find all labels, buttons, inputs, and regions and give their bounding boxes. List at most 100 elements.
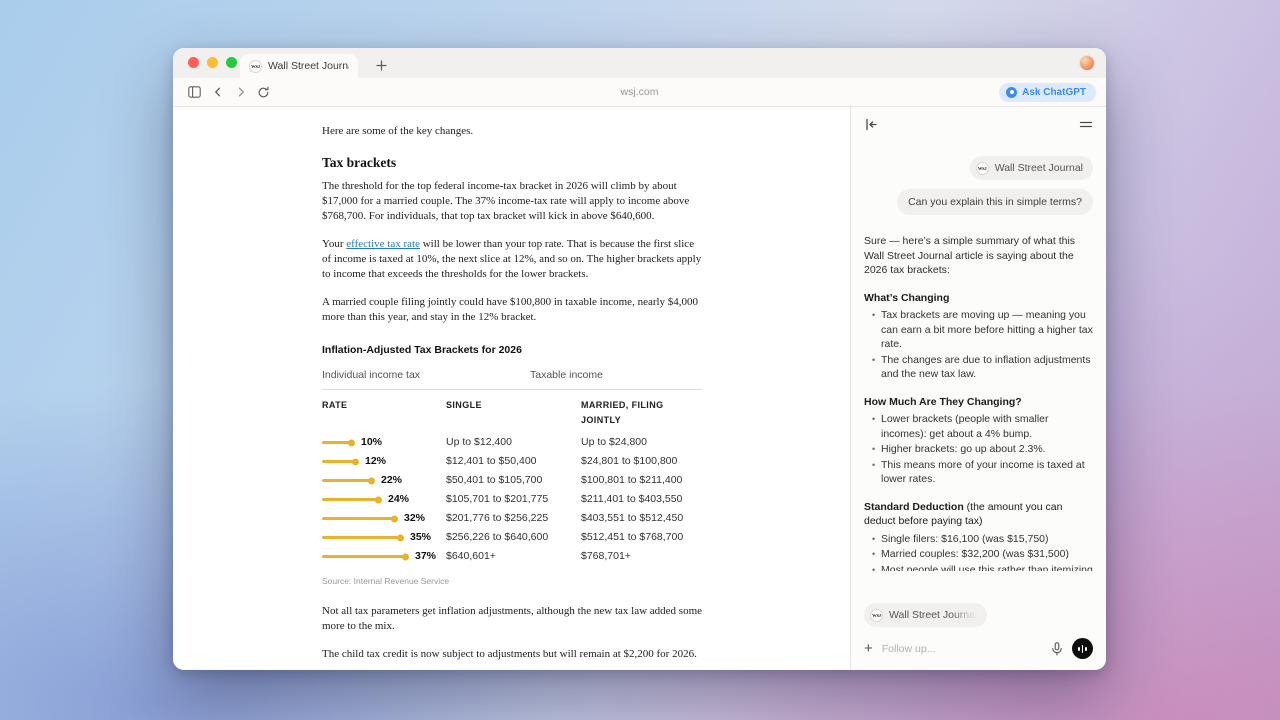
chart-source: Source: Internal Revenue Service: [322, 574, 702, 589]
chatgpt-icon: [1006, 87, 1017, 98]
attach-button[interactable]: +: [864, 641, 873, 656]
source-chip-row: WSJ Wall Street Journal: [864, 156, 1093, 180]
forward-button[interactable]: [229, 81, 252, 103]
sidebar-toggle-button[interactable]: [183, 81, 206, 103]
collapse-sidebar-button[interactable]: [864, 118, 878, 131]
rate-bar: [322, 441, 352, 444]
group-header-individual: Individual income tax: [322, 368, 530, 383]
chat-bullet: Married couples: $32,200 (was $31,500): [872, 547, 1093, 562]
rate-label: 35%: [410, 530, 431, 545]
married-range: $100,801 to $211,400: [581, 473, 702, 488]
reload-icon: [257, 86, 270, 99]
article-column: Here are some of the key changes. Tax br…: [322, 124, 702, 669]
column-header-married: MARRIED, FILING JOINTLY: [581, 398, 702, 428]
chat-bullet: This means more of your income is taxed …: [872, 458, 1093, 487]
married-range: Up to $24,800: [581, 435, 702, 450]
profile-avatar[interactable]: [1080, 56, 1094, 70]
user-message-bubble: Can you explain this in simple terms?: [897, 189, 1093, 215]
chat-section: How Much Are They Changing? Lower bracket…: [864, 395, 1093, 487]
chat-section-heading: How Much Are They Changing?: [864, 395, 1093, 410]
rate-bar: [322, 555, 406, 558]
reload-button[interactable]: [252, 81, 275, 103]
wsj-favicon-icon: WSJ: [870, 609, 883, 622]
table-row: 10%Up to $12,400Up to $24,800: [322, 433, 702, 452]
chat-sections: What’s ChangingTax brackets are moving u…: [864, 291, 1093, 572]
context-chip[interactable]: WSJ Wall Street Journal: [864, 603, 987, 627]
close-window-button[interactable]: [188, 57, 199, 68]
minimize-window-button[interactable]: [207, 57, 218, 68]
window-controls: [188, 57, 237, 68]
sidebar-icon: [188, 86, 201, 98]
rate-bar: [322, 479, 372, 482]
menu-icon: [1079, 119, 1093, 130]
table-row: 32% $201,776 to $256,225$403,551 to $512,…: [322, 509, 702, 528]
tab-title: Wall Street Journal: [268, 60, 349, 72]
browser-window: WSJ Wall Street Journal wsj.com Ask Chat…: [173, 48, 1106, 670]
chat-bottom-bar: WSJ Wall Street Journal +: [851, 577, 1106, 669]
chat-bullet-list: Tax brackets are moving up — meaning you…: [864, 308, 1093, 382]
paragraph-text: Your: [322, 238, 346, 250]
group-header-taxable: Taxable income: [530, 368, 603, 383]
married-range: $403,551 to $512,450: [581, 511, 702, 526]
married-range: $211,401 to $403,550: [581, 492, 702, 507]
article-heading-tax-brackets: Tax brackets: [322, 155, 702, 170]
chat-bullet-list: Single filers: $16,100 (was $15,750)Marr…: [864, 532, 1093, 572]
chat-bullet: Most people will use this rather than it…: [872, 563, 1093, 572]
plus-icon: [376, 60, 387, 71]
article-paragraph: Here are some of the key changes.: [322, 124, 702, 139]
chat-bullet: Higher brackets: go up about 2.3%.: [872, 442, 1093, 457]
chat-bullet: Single filers: $16,100 (was $15,750): [872, 532, 1093, 547]
chat-menu-button[interactable]: [1079, 119, 1093, 130]
article-paragraph: The child tax credit is now subject to a…: [322, 647, 702, 662]
microphone-icon: [1051, 642, 1063, 656]
tax-table-body: 10%Up to $12,400Up to $24,80012%$12,401 …: [322, 433, 702, 566]
chevron-right-icon: [235, 86, 247, 98]
table-row: 37% $640,601+$768,701+: [322, 547, 702, 566]
source-chip-label: Wall Street Journal: [995, 162, 1083, 174]
chat-bullet: Tax brackets are moving up — meaning you…: [872, 308, 1093, 352]
single-range: $105,701 to $201,775: [446, 492, 581, 507]
window-content: Here are some of the key changes. Tax br…: [173, 107, 1106, 669]
single-range: $640,601+: [446, 549, 581, 564]
chat-header: [851, 107, 1106, 131]
voice-mode-button[interactable]: [1072, 638, 1093, 659]
rate-label: 10%: [361, 435, 382, 450]
chevron-left-icon: [212, 86, 224, 98]
married-range: $768,701+: [581, 549, 702, 564]
tab-wall-street-journal[interactable]: WSJ Wall Street Journal: [240, 54, 358, 78]
follow-up-input[interactable]: [882, 643, 1042, 655]
rate-bar: [322, 460, 356, 463]
wsj-favicon-icon: WSJ: [976, 162, 989, 175]
effective-tax-rate-link[interactable]: effective tax rate: [346, 238, 420, 250]
chat-messages[interactable]: WSJ Wall Street Journal Can you explain …: [851, 131, 1106, 571]
article-pane: Here are some of the key changes. Tax br…: [173, 107, 850, 669]
rate-label: 22%: [381, 473, 402, 488]
rate-label: 37%: [415, 549, 436, 564]
source-chip[interactable]: WSJ Wall Street Journal: [970, 156, 1093, 180]
zoom-window-button[interactable]: [226, 57, 237, 68]
chat-section-heading: Standard Deduction (the amount you can d…: [864, 500, 1093, 529]
chatgpt-sidebar: WSJ Wall Street Journal Can you explain …: [850, 107, 1106, 669]
rate-bar: [322, 517, 395, 520]
single-range: $256,226 to $640,600: [446, 530, 581, 545]
collapse-left-icon: [864, 118, 878, 131]
chart-column-headers: RATE SINGLE MARRIED, FILING JOINTLY: [322, 398, 702, 428]
chat-input-row: +: [864, 638, 1093, 659]
single-range: $201,776 to $256,225: [446, 511, 581, 526]
single-range: $50,401 to $105,700: [446, 473, 581, 488]
back-button[interactable]: [206, 81, 229, 103]
article-paragraph: A married couple filing jointly could ha…: [322, 295, 702, 325]
table-row: 24% $105,701 to $201,775$211,401 to $403,…: [322, 490, 702, 509]
ask-chatgpt-button[interactable]: Ask ChatGPT: [999, 83, 1096, 102]
rate-label: 24%: [388, 492, 409, 507]
rate-bar: [322, 536, 401, 539]
chat-bullet-list: Lower brackets (people with smaller inco…: [864, 412, 1093, 487]
chat-section: What’s ChangingTax brackets are moving u…: [864, 291, 1093, 382]
rate-label: 32%: [404, 511, 425, 526]
column-header-single: SINGLE: [446, 398, 581, 428]
article-paragraph: Your effective tax rate will be lower th…: [322, 237, 702, 282]
mic-button[interactable]: [1051, 642, 1063, 656]
url-display: wsj.com: [173, 86, 1106, 98]
new-tab-button[interactable]: [371, 55, 391, 75]
user-message-row: Can you explain this in simple terms?: [864, 189, 1093, 215]
